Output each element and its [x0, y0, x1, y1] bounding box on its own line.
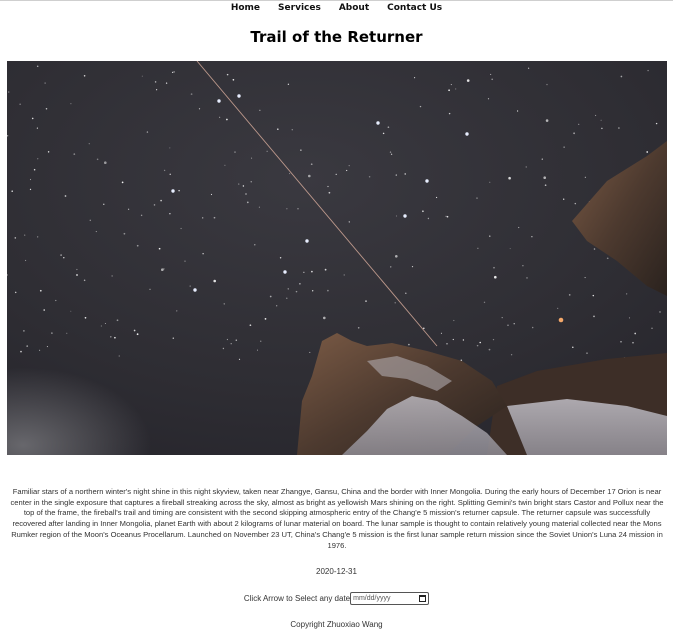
date-picker-label: Click Arrow to Select any date	[243, 594, 351, 603]
mars-point	[558, 317, 564, 323]
night-sky-photo	[7, 61, 667, 455]
copyright-footer: Copyright Zhuoxiao Wang	[290, 620, 383, 629]
top-border	[0, 0, 673, 1]
date-input-placeholder: mm/dd/yyyy	[353, 595, 391, 602]
top-navigation: Home Services About Contact Us	[0, 2, 673, 16]
nav-home-link[interactable]: Home	[222, 2, 269, 16]
nav-contact-link[interactable]: Contact Us	[378, 2, 451, 16]
nav-services-link[interactable]: Services	[269, 2, 330, 16]
image-caption: Familiar stars of a northern winter's ni…	[10, 486, 664, 551]
calendar-icon[interactable]	[419, 595, 427, 602]
page-title: Trail of the Returner	[250, 28, 423, 46]
image-date: 2020-12-31	[316, 567, 357, 576]
nav-about-link[interactable]: About	[330, 2, 378, 16]
date-picker-row: Click Arrow to Select any date mm/dd/yyy…	[0, 592, 673, 605]
apod-image	[7, 61, 667, 455]
date-input[interactable]: mm/dd/yyyy	[350, 592, 430, 605]
